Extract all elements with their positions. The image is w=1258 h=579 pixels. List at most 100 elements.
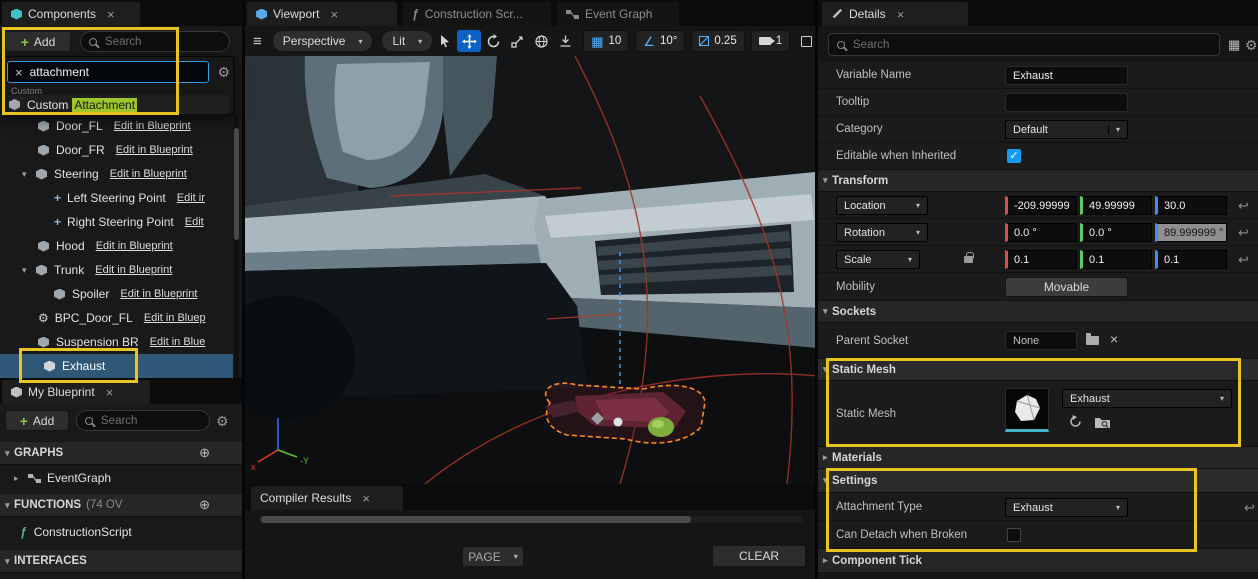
- add-blueprint-button[interactable]: + Add: [5, 410, 69, 431]
- scrollbar-thumb[interactable]: [234, 128, 239, 240]
- edit-in-blueprint-link[interactable]: Edit in Blue: [150, 336, 206, 348]
- graphs-section-header[interactable]: ▾ GRAPHS ⊕: [0, 442, 242, 465]
- tree-item-door-fl[interactable]: Door_FL Edit in Blueprint: [0, 114, 233, 138]
- edit-in-blueprint-link[interactable]: Edit in Blueprint: [95, 264, 172, 276]
- tree-item-bpc-door-fl[interactable]: ⚙ BPC_Door_FL Edit in Bluep: [0, 306, 233, 330]
- rotation-dropdown[interactable]: Rotation ▾: [836, 223, 928, 242]
- viewport-menu-icon[interactable]: ≡: [253, 33, 262, 50]
- tree-item-left-steering-point[interactable]: + Left Steering Point Edit ir: [0, 186, 233, 210]
- rotate-tool-button[interactable]: [481, 30, 505, 52]
- variable-name-input[interactable]: Exhaust: [1005, 66, 1128, 85]
- edit-in-blueprint-link[interactable]: Edit in Bluep: [144, 312, 206, 324]
- location-x-field[interactable]: -209.99999: [1005, 196, 1077, 215]
- myblueprint-search-input[interactable]: [99, 414, 201, 428]
- world-space-toggle[interactable]: [529, 30, 553, 52]
- myblueprint-search[interactable]: [76, 410, 210, 431]
- chevron-down-icon[interactable]: ▾: [22, 265, 36, 276]
- browse-socket-icon[interactable]: [1086, 336, 1099, 345]
- tree-item-door-fr[interactable]: Door_FR Edit in Blueprint: [0, 138, 233, 162]
- constructionscript-item[interactable]: ƒ ConstructionScript: [0, 520, 242, 544]
- select-tool-button[interactable]: [433, 30, 457, 52]
- close-icon[interactable]: ×: [362, 491, 370, 506]
- edit-in-blueprint-link[interactable]: Edit ir: [177, 192, 205, 204]
- surface-snapping-button[interactable]: [553, 30, 577, 52]
- reset-location-icon[interactable]: ↩: [1238, 198, 1249, 214]
- tab-details[interactable]: Details ×: [822, 2, 968, 26]
- scale-lock-icon[interactable]: [964, 256, 973, 263]
- interfaces-section-header[interactable]: ▾ INTERFACES: [0, 550, 242, 573]
- compiler-hscrollbar[interactable]: [259, 516, 803, 523]
- materials-section-header[interactable]: ▸ Materials: [818, 447, 1258, 469]
- component-tick-section-header[interactable]: ▸ Component Tick: [818, 549, 1258, 573]
- scale-tool-button[interactable]: [505, 30, 529, 52]
- close-icon[interactable]: ×: [107, 7, 115, 22]
- camera-speed-control[interactable]: 1: [751, 30, 790, 52]
- tab-event-graph[interactable]: Event Graph: [557, 2, 679, 26]
- tab-my-blueprint[interactable]: My Blueprint ×: [2, 380, 150, 404]
- tree-item-spoiler[interactable]: Spoiler Edit in Blueprint: [0, 282, 233, 306]
- edit-in-blueprint-link[interactable]: Edit in Blueprint: [96, 240, 173, 252]
- tree-item-steering[interactable]: ▾ Steering Edit in Blueprint: [0, 162, 233, 186]
- filter-gear-icon[interactable]: ⚙: [217, 65, 230, 79]
- details-search[interactable]: [828, 33, 1220, 56]
- reset-rotation-icon[interactable]: ↩: [1238, 225, 1249, 241]
- location-z-field[interactable]: 30.0: [1155, 196, 1227, 215]
- clear-socket-icon[interactable]: ×: [1110, 331, 1118, 347]
- eventgraph-item[interactable]: ▸ EventGraph: [0, 466, 242, 490]
- edit-in-blueprint-link[interactable]: Edit in Blueprint: [116, 144, 193, 156]
- reset-attachment-type-icon[interactable]: ↩: [1244, 500, 1255, 516]
- scale-x-field[interactable]: 0.1: [1005, 250, 1077, 269]
- grid-snap-toggle[interactable]: ▦ 10: [583, 30, 629, 52]
- scrollbar-thumb[interactable]: [261, 516, 691, 523]
- location-y-field[interactable]: 49.99999: [1080, 196, 1152, 215]
- close-icon[interactable]: ×: [897, 7, 905, 22]
- tab-construction-script[interactable]: ƒ Construction Scr...: [403, 2, 551, 26]
- edit-in-blueprint-link[interactable]: Edit in Blueprint: [110, 168, 187, 180]
- add-graph-icon[interactable]: ⊕: [199, 445, 210, 461]
- lit-dropdown[interactable]: Lit ▾: [381, 30, 433, 52]
- rotation-x-field[interactable]: 0.0 °: [1005, 223, 1077, 242]
- location-dropdown[interactable]: Location ▾: [836, 196, 928, 215]
- rotation-snap-toggle[interactable]: ∠ 10°: [635, 30, 685, 52]
- category-dropdown[interactable]: Default ▾: [1005, 120, 1128, 139]
- components-scrollbar[interactable]: [234, 114, 239, 378]
- tree-item-hood[interactable]: Hood Edit in Blueprint: [0, 234, 233, 258]
- edit-in-blueprint-link[interactable]: Edit in Blueprint: [114, 120, 191, 132]
- page-dropdown-button[interactable]: PAGE ▾: [462, 546, 524, 567]
- sockets-section-header[interactable]: ▾ Sockets: [818, 301, 1258, 323]
- tab-compiler-results[interactable]: Compiler Results ×: [251, 486, 403, 510]
- chevron-right-icon[interactable]: ▸: [14, 473, 28, 484]
- tree-item-right-steering-point[interactable]: + Right Steering Point Edit: [0, 210, 233, 234]
- mobility-movable-button[interactable]: Movable: [1005, 277, 1128, 297]
- viewport-3d-scene[interactable]: x -Y: [245, 56, 815, 484]
- clear-button[interactable]: CLEAR: [712, 545, 806, 567]
- add-function-icon[interactable]: ⊕: [199, 497, 210, 513]
- display-filter-icon[interactable]: ▦: [1228, 37, 1240, 53]
- edit-in-blueprint-link[interactable]: Edit in Blueprint: [120, 288, 197, 300]
- details-settings-gear-icon[interactable]: ⚙: [1245, 38, 1258, 52]
- rotation-z-field[interactable]: 89.999999 °: [1155, 223, 1227, 242]
- maximize-viewport-button[interactable]: [794, 30, 818, 52]
- tree-item-trunk[interactable]: ▾ Trunk Edit in Blueprint: [0, 258, 233, 282]
- rotation-y-field[interactable]: 0.0 °: [1080, 223, 1152, 242]
- functions-section-header[interactable]: ▾ FUNCTIONS (74 OV ⊕: [0, 494, 242, 517]
- edit-in-blueprint-link[interactable]: Edit: [185, 216, 204, 228]
- reset-scale-icon[interactable]: ↩: [1238, 252, 1249, 268]
- tab-viewport[interactable]: Viewport ×: [247, 2, 397, 26]
- close-icon[interactable]: ×: [106, 385, 114, 400]
- scale-y-field[interactable]: 0.1: [1080, 250, 1152, 269]
- blueprint-settings-gear-icon[interactable]: ⚙: [216, 414, 229, 428]
- move-tool-button[interactable]: [457, 30, 481, 52]
- tooltip-input[interactable]: [1005, 93, 1128, 112]
- transform-section-header[interactable]: ▾ Transform: [818, 170, 1258, 192]
- editable-when-inherited-checkbox[interactable]: ✓: [1007, 149, 1021, 163]
- parent-socket-input[interactable]: None: [1005, 331, 1077, 350]
- perspective-dropdown[interactable]: Perspective ▾: [272, 30, 374, 52]
- scale-z-field[interactable]: 0.1: [1155, 250, 1227, 269]
- chevron-down-icon[interactable]: ▾: [22, 169, 36, 180]
- tab-components[interactable]: Components ×: [2, 2, 140, 26]
- details-search-input[interactable]: [851, 38, 1211, 52]
- scale-dropdown[interactable]: Scale ▾: [836, 250, 920, 269]
- close-icon[interactable]: ×: [330, 7, 338, 22]
- scale-snap-toggle[interactable]: 0.25: [691, 30, 744, 52]
